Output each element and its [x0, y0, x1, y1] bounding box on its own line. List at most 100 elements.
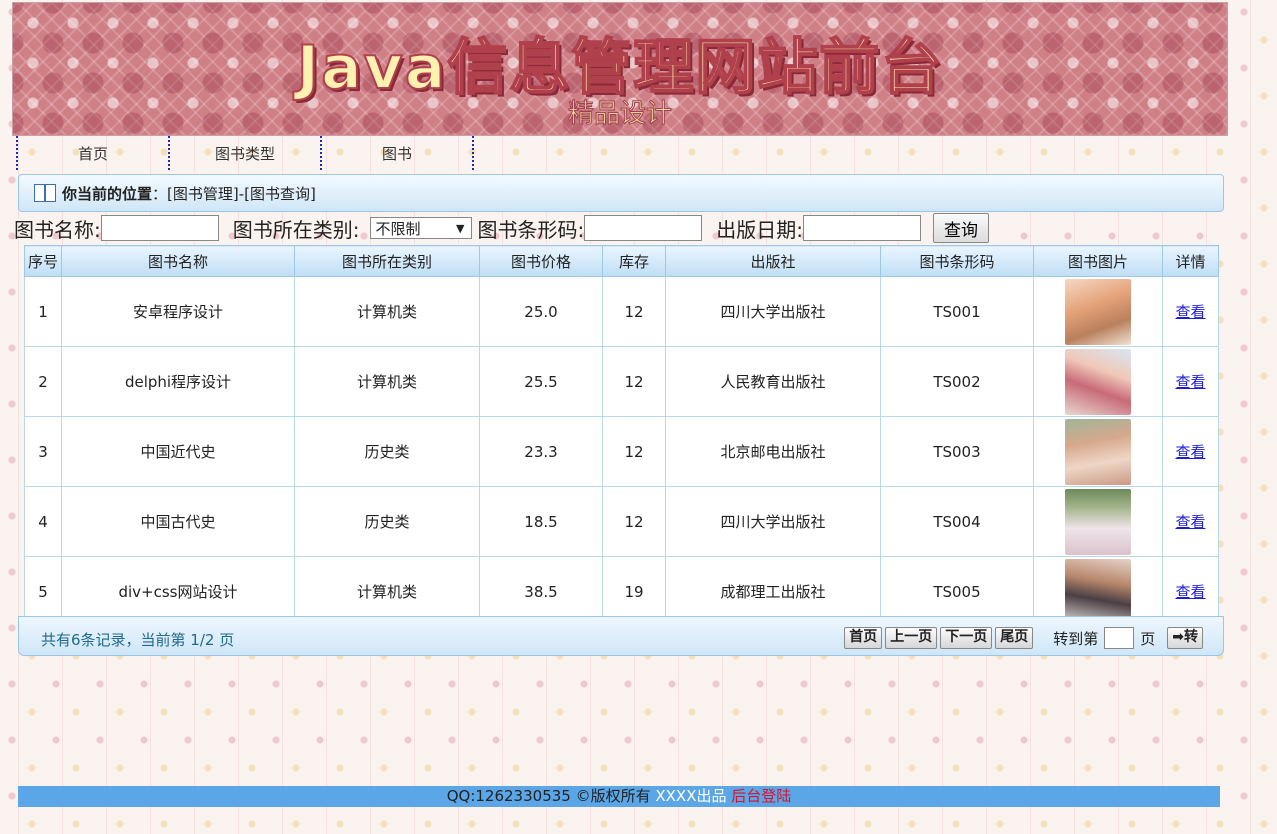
next-page-button[interactable]: 下一页 — [940, 627, 993, 649]
cell-image — [1033, 346, 1163, 417]
cell-category: 历史类 — [294, 416, 480, 487]
barcode-input[interactable] — [584, 215, 703, 241]
barcode-label: 图书条形码: — [477, 217, 585, 242]
category-label: 图书所在类别: — [232, 217, 360, 242]
col-header-category: 图书所在类别 — [294, 245, 480, 277]
dropdown-arrow-icon: ▼ — [456, 222, 465, 235]
cell-price: 25.0 — [479, 276, 603, 347]
cell-publisher: 人民教育出版社 — [665, 346, 881, 417]
prev-page-button[interactable]: 上一页 — [885, 627, 938, 649]
book-thumbnail — [1065, 348, 1131, 415]
cell-image — [1033, 416, 1163, 487]
cell-name: 中国近代史 — [61, 416, 295, 487]
pager-bar: 共有6条记录，当前第 1/2 页 首页 上一页 下一页 尾页 转到第 页 ➡转 — [18, 616, 1224, 656]
table-row: 4 中国古代史 历史类 18.5 12 四川大学出版社 TS004 查看 — [24, 486, 1219, 557]
goto-label: 转到第 — [1053, 629, 1099, 648]
footer-maker: XXXX出品 — [655, 787, 727, 805]
cell-price: 23.3 — [479, 416, 603, 487]
cell-no: 2 — [24, 346, 62, 417]
publish-date-input[interactable] — [803, 215, 921, 241]
first-page-button[interactable]: 首页 — [844, 627, 883, 649]
book-thumbnail — [1065, 558, 1131, 625]
cell-publisher: 四川大学出版社 — [665, 276, 881, 347]
table-row: 2 delphi程序设计 计算机类 25.5 12 人民教育出版社 TS002 … — [24, 346, 1219, 417]
col-header-no: 序号 — [24, 245, 62, 277]
cell-stock: 12 — [602, 276, 666, 347]
location-bar: 你当前的位置 ： [图书管理]-[图书查询] — [18, 174, 1224, 212]
col-header-price: 图书价格 — [479, 245, 603, 277]
location-path: [图书管理]-[图书查询] — [167, 184, 316, 203]
cell-name: 安卓程序设计 — [61, 276, 295, 347]
search-form: 图书名称: 图书所在类别: 不限制 ▼ 图书条形码: 出版日期: 查询 — [14, 212, 989, 244]
last-page-button[interactable]: 尾页 — [995, 627, 1034, 649]
nav-item-book-types[interactable]: 图书类型 — [168, 136, 320, 170]
record-count-text: 共有6条记录，当前第 1/2 页 — [41, 631, 235, 649]
cell-stock: 12 — [602, 346, 666, 417]
category-select-value: 不限制 — [375, 220, 421, 238]
cell-price: 18.5 — [479, 486, 603, 557]
view-detail-link[interactable]: 查看 — [1175, 583, 1205, 601]
cell-barcode: TS003 — [880, 416, 1034, 487]
col-header-barcode: 图书条形码 — [880, 245, 1034, 277]
cell-no: 3 — [24, 416, 62, 487]
cell-category: 计算机类 — [294, 276, 480, 347]
main-nav: 首页 图书类型 图书 — [16, 136, 474, 170]
site-footer: QQ:1262330535 ©版权所有 XXXX出品 后台登陆 — [18, 786, 1220, 807]
view-detail-link[interactable]: 查看 — [1175, 373, 1205, 391]
view-detail-link[interactable]: 查看 — [1175, 303, 1205, 321]
goto-page-input[interactable] — [1104, 627, 1135, 649]
table-row: 1 安卓程序设计 计算机类 25.0 12 四川大学出版社 TS001 查看 — [24, 276, 1219, 347]
cell-barcode: TS002 — [880, 346, 1034, 417]
pager-controls: 首页 上一页 下一页 尾页 转到第 页 ➡转 — [841, 627, 1203, 649]
cell-price: 25.5 — [479, 346, 603, 417]
book-table-wrap: 序号 图书名称 图书所在类别 图书价格 库存 出版社 图书条形码 图书图片 详情… — [24, 245, 1219, 627]
cell-image — [1033, 486, 1163, 557]
table-header-row: 序号 图书名称 图书所在类别 图书价格 库存 出版社 图书条形码 图书图片 详情 — [24, 245, 1219, 277]
site-subtitle: 精品设计 — [567, 99, 672, 130]
publish-date-label: 出版日期: — [716, 217, 803, 242]
nav-item-books[interactable]: 图书 — [320, 136, 474, 170]
book-thumbnail — [1065, 418, 1131, 485]
cell-name: delphi程序设计 — [61, 346, 295, 417]
col-header-name: 图书名称 — [61, 245, 295, 277]
go-button[interactable]: ➡转 — [1167, 627, 1203, 649]
goto-unit-label: 页 — [1140, 629, 1156, 648]
cell-name: 中国古代史 — [61, 486, 295, 557]
admin-login-link[interactable]: 后台登陆 — [731, 787, 791, 805]
nav-item-home[interactable]: 首页 — [16, 136, 168, 170]
cell-barcode: TS004 — [880, 486, 1034, 557]
book-name-input[interactable] — [100, 215, 219, 241]
footer-copyright: QQ:1262330535 ©版权所有 — [446, 787, 651, 805]
cell-detail: 查看 — [1162, 346, 1219, 417]
cell-no: 1 — [24, 276, 62, 347]
table-row: 3 中国近代史 历史类 23.3 12 北京邮电出版社 TS003 查看 — [24, 416, 1219, 487]
query-button[interactable]: 查询 — [933, 213, 989, 243]
cell-barcode: TS001 — [880, 276, 1034, 347]
category-select[interactable]: 不限制 ▼ — [369, 217, 472, 239]
view-detail-link[interactable]: 查看 — [1175, 513, 1205, 531]
book-thumbnail — [1065, 488, 1131, 555]
cell-detail: 查看 — [1162, 276, 1219, 347]
cell-no: 4 — [24, 486, 62, 557]
location-label: 你当前的位置 — [62, 184, 153, 203]
book-icon — [34, 184, 56, 202]
cell-stock: 12 — [602, 416, 666, 487]
cell-detail: 查看 — [1162, 416, 1219, 487]
cell-detail: 查看 — [1162, 486, 1219, 557]
cell-image — [1033, 276, 1163, 347]
cell-category: 历史类 — [294, 486, 480, 557]
location-separator: ： — [152, 184, 168, 203]
cell-publisher: 北京邮电出版社 — [665, 416, 881, 487]
cell-stock: 12 — [602, 486, 666, 557]
col-header-publisher: 出版社 — [665, 245, 881, 277]
book-table: 序号 图书名称 图书所在类别 图书价格 库存 出版社 图书条形码 图书图片 详情… — [24, 245, 1219, 627]
col-header-image: 图书图片 — [1033, 245, 1163, 277]
cell-publisher: 四川大学出版社 — [665, 486, 881, 557]
col-header-detail: 详情 — [1162, 245, 1219, 277]
cell-category: 计算机类 — [294, 346, 480, 417]
site-banner: Java信息管理网站前台 精品设计 — [12, 2, 1228, 136]
book-thumbnail — [1065, 278, 1131, 345]
book-name-label: 图书名称: — [14, 217, 101, 242]
col-header-stock: 库存 — [602, 245, 666, 277]
view-detail-link[interactable]: 查看 — [1175, 443, 1205, 461]
